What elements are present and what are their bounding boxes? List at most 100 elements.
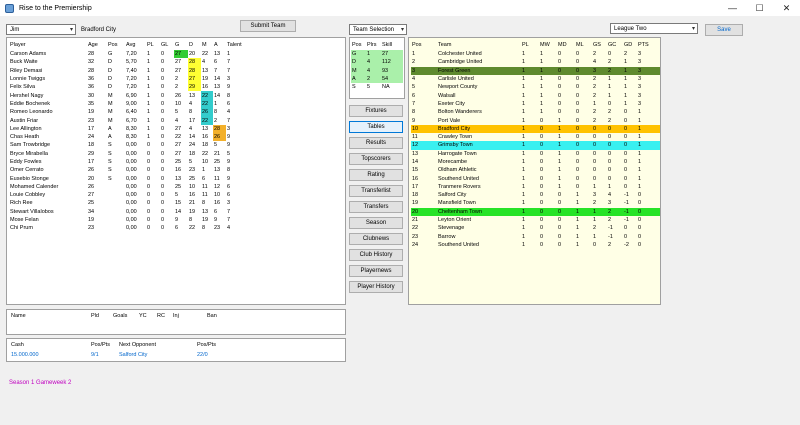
league-row[interactable]: 22 Stevenage 1 0 0 1 2 -1 0 0 [411,224,660,232]
player-stats-panel[interactable]: Name Pld Goals YC RC Inj Ban [6,309,346,335]
nav-button-clubnews[interactable]: Clubnews [349,233,403,245]
player-row[interactable]: Stewart Villalobos 34 0,00 0 0 14 19 13 6 7 [9,208,250,216]
league-row[interactable]: 13 Harrogate Town 1 0 1 0 0 0 0 1 [411,150,660,158]
player-col-header[interactable]: Talent [226,40,250,50]
league-col-header[interactable]: MD [557,40,575,50]
nav-button-transferlist[interactable]: Transferlist [349,185,403,197]
league-dropdown[interactable]: League Two ▾ [610,23,698,34]
league-row[interactable]: 8 Bolton Wanderers 1 1 0 0 2 2 0 1 [411,108,660,116]
player-cell: 21 [214,150,221,157]
player-row[interactable]: Austin Friar 23 M 6,70 1 0 4 17 22 2 7 [9,116,250,125]
league-cell: 0 [540,159,544,165]
league-row[interactable]: 7 Exeter City 1 1 0 0 1 0 1 3 [411,100,660,108]
minimize-button[interactable]: — [719,0,746,16]
player-row[interactable]: Chas Heath 24 A 8,30 1 0 22 14 16 26 9 [9,132,250,142]
player-row[interactable]: Louie Cobbley 27 0,00 0 0 5 16 11 10 6 [9,191,250,199]
league-cell: 0 [540,175,544,182]
nav-button-season[interactable]: Season [349,217,403,229]
league-row[interactable]: 24 Southend United 1 0 0 1 0 2 -2 0 [411,241,660,249]
league-table-panel[interactable]: Pos Team PL MW MD ML GS GC GD PTS 1 Colchester Uni… [408,37,661,305]
league-row[interactable]: 19 Mansfield Town 1 0 0 1 2 3 -1 0 [411,199,660,207]
league-row[interactable]: 20 Cheltenham Town 1 0 0 1 1 2 -1 0 [411,207,660,216]
nav-button-results[interactable]: Results [349,137,403,149]
manager-dropdown[interactable]: Jim ▾ [6,24,76,35]
league-row[interactable]: 18 Salford City 1 0 0 1 3 4 -1 0 [411,191,660,199]
nav-button-topscorers[interactable]: Topscorers [349,153,403,165]
player-col-header[interactable]: Avg [125,40,146,50]
league-row[interactable]: 2 Cambridge United 1 1 0 0 4 2 1 3 [411,58,660,66]
league-row[interactable]: 5 Newport County 1 1 0 0 2 1 1 3 [411,83,660,91]
player-cell: 1 [147,117,151,124]
player-cell: 24 [189,142,196,149]
player-col-header[interactable]: A [213,40,226,50]
player-row[interactable]: Omer Cerrato 26 S 0,00 0 0 16 23 1 13 8 [9,166,250,174]
player-row[interactable]: Bryce Mirabella 29 S 0,00 0 0 27 18 22 21 5 [9,150,250,158]
league-row[interactable]: 21 Leyton Orient 1 0 0 1 1 2 -1 0 [411,216,660,224]
league-col-header[interactable]: GS [592,40,607,50]
league-row[interactable]: 3 Forest Green 1 1 0 0 3 2 1 3 [411,66,660,75]
player-col-header[interactable]: D [188,40,201,50]
player-row[interactable]: Romeo Leonardo 19 M 6,40 1 0 5 8 26 8 4 [9,108,250,117]
league-col-header[interactable]: Team [437,40,521,50]
league-col-header[interactable]: PL [521,40,539,50]
nav-button-transfers[interactable]: Transfers [349,201,403,213]
player-row[interactable]: Eddy Fowles 17 S 0,00 0 0 25 5 10 25 9 [9,158,250,166]
league-row[interactable]: 11 Crawley Town 1 0 1 0 0 0 0 1 [411,133,660,141]
league-cell: 0 [637,207,660,216]
league-row[interactable]: 9 Port Vale 1 0 1 0 2 2 0 1 [411,116,660,124]
maximize-button[interactable]: ☐ [746,0,773,16]
league-row[interactable]: 4 Carlisle United 1 1 0 0 2 1 1 3 [411,75,660,83]
player-col-header[interactable]: PL [146,40,160,50]
player-col-header[interactable]: M [201,40,213,50]
player-row[interactable]: Mose Felan 19 0,00 0 0 9 8 19 9 7 [9,216,250,224]
league-row[interactable]: 12 Grimsby Town 1 0 1 0 0 0 0 1 [411,141,660,150]
nav-button-player-history[interactable]: Player History [349,281,403,293]
nav-button-rating[interactable]: Rating [349,169,403,181]
nav-button-tables[interactable]: Tables [349,121,403,133]
player-row[interactable]: Carson Adams 28 G 7,20 1 0 27 20 22 13 1 [9,50,250,59]
player-row[interactable]: Riley Demasi 28 D 7,40 1 0 27 28 13 7 7 [9,66,250,75]
player-row[interactable]: Buck Waite 32 D 5,70 1 0 27 28 4 6 7 [9,58,250,67]
player-row[interactable]: Chi Prum 23 0,00 0 0 6 22 8 23 4 [9,224,250,232]
nav-button-playernews[interactable]: Playernews [349,265,403,277]
league-row[interactable]: 6 Walsall 1 1 0 0 2 1 1 3 [411,91,660,99]
league-row[interactable]: 23 Barrow 1 0 0 1 1 -1 0 0 [411,233,660,241]
league-col-header[interactable]: GC [607,40,623,50]
player-cell: 36 [88,76,95,83]
league-row[interactable]: 14 Morecambe 1 0 1 0 0 0 0 1 [411,158,660,166]
league-row[interactable]: 10 Bradford City 1 0 1 0 0 0 0 1 [411,124,660,133]
player-row[interactable]: Sam Trowbridge 18 S 0,00 0 0 27 24 18 5 9 [9,141,250,149]
player-col-header[interactable]: Pos [107,40,125,50]
nav-button-club-history[interactable]: Club History [349,249,403,261]
league-col-header[interactable]: Pos [411,40,437,50]
player-row[interactable]: Eddie Bochenek 35 M 9,00 1 0 10 4 22 1 6 [9,99,250,109]
league-row[interactable]: 16 Southend United 1 0 1 0 0 0 0 1 [411,174,660,182]
player-row[interactable]: Mohamed Calender 26 0,00 0 0 25 10 11 12 6 [9,183,250,191]
player-col-header[interactable]: G [174,40,188,50]
player-row[interactable]: Lonnie Twiggs 36 D 7,20 1 0 2 27 19 14 3 [9,74,250,84]
player-row[interactable]: Eusebio Stonge 20 S 0,00 0 0 13 25 6 11 9 [9,174,250,182]
player-col-header[interactable]: GL [160,40,174,50]
player-row[interactable]: Hershel Nagy 30 M 6,90 1 0 26 13 22 14 8 [9,91,250,100]
submit-team-button[interactable]: Submit Team [240,20,296,32]
player-row[interactable]: Lee Allington 17 A 8,30 1 0 27 4 13 28 3 [9,124,250,133]
league-col-header[interactable]: PTS [637,40,660,50]
close-button[interactable]: ✕ [773,0,800,16]
league-col-header[interactable]: MW [539,40,557,50]
league-col-header[interactable]: ML [575,40,592,50]
league-col-header[interactable]: GD [623,40,637,50]
player-list[interactable]: Player Age Pos Avg PL GL G D M A Talent Carson Ada… [6,37,346,305]
nav-button-fixtures[interactable]: Fixtures [349,105,403,117]
league-row[interactable]: 15 Oldham Athletic 1 0 1 0 0 0 0 1 [411,166,660,174]
team-selection-dropdown[interactable]: Team Selection ▾ [349,24,407,35]
league-row[interactable]: 1 Colchester United 1 1 0 0 2 0 2 3 [411,50,660,58]
league-cell: 0 [558,51,562,58]
player-cell: 0 [147,150,151,157]
player-col-header[interactable]: Player [9,40,87,50]
player-row[interactable]: Felix Silva 36 D 7,20 1 0 2 29 16 13 9 [9,83,250,92]
save-button[interactable]: Save [705,24,743,36]
player-row[interactable]: Rich Ree 25 0,00 0 0 15 21 8 16 3 [9,199,250,207]
league-row[interactable]: 17 Tranmere Rovers 1 0 1 0 1 1 0 1 [411,183,660,191]
player-col-header[interactable]: Age [87,40,107,50]
player-cell [107,216,125,224]
